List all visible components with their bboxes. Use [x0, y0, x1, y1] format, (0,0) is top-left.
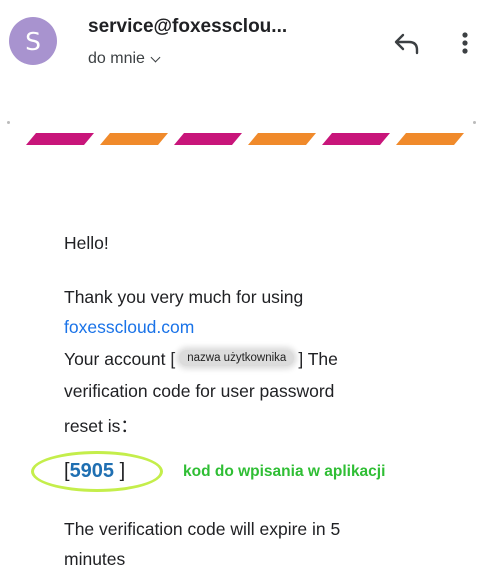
more-vert-icon	[462, 32, 468, 54]
recipient-label: do mnie	[88, 50, 145, 67]
code-description-line-1: verification code for user password	[64, 381, 335, 401]
foxesscloud-link[interactable]: foxesscloud.com	[64, 317, 194, 337]
code-annotation: kod do wpisania w aplikacji	[183, 463, 386, 480]
username-mask: nazwa użytkownika	[179, 350, 295, 367]
banner-stripe	[100, 133, 168, 145]
email-header: S service@foxessclou... do mnie	[0, 0, 488, 90]
more-options-button[interactable]	[450, 26, 480, 60]
code-description-line-2: reset is：	[64, 416, 138, 436]
foxesscloud-link-line: foxesscloud.com	[64, 317, 194, 338]
expire-text-line-2: minutes	[64, 549, 126, 569]
banner-stripe	[396, 133, 464, 145]
chevron-down-icon	[150, 52, 161, 62]
expire-text-line-1: The verification code will expire in 5	[64, 519, 341, 539]
banner-stripe	[174, 133, 242, 145]
thanks-text: Thank you very much for using	[64, 287, 304, 307]
code-highlight-ellipse	[31, 451, 163, 492]
email-banner-stripes	[26, 133, 464, 145]
banner-stripe	[322, 133, 390, 145]
banner-stripe	[248, 133, 316, 145]
sender-address[interactable]: service@foxessclou...	[88, 16, 287, 38]
account-suffix: ] The	[298, 349, 338, 369]
sender-avatar[interactable]: S	[9, 17, 57, 65]
greeting-text: Hello!	[64, 233, 109, 253]
divider-dot-right	[473, 121, 476, 124]
account-prefix: Your account [	[64, 349, 176, 369]
account-line: Your account [nazwa użytkownika] The	[64, 349, 338, 370]
reply-icon	[394, 33, 419, 55]
recipient-details-toggle[interactable]: do mnie	[88, 50, 161, 68]
banner-stripe	[26, 133, 94, 145]
reply-button[interactable]	[389, 26, 423, 60]
divider-dot-left	[7, 121, 10, 124]
